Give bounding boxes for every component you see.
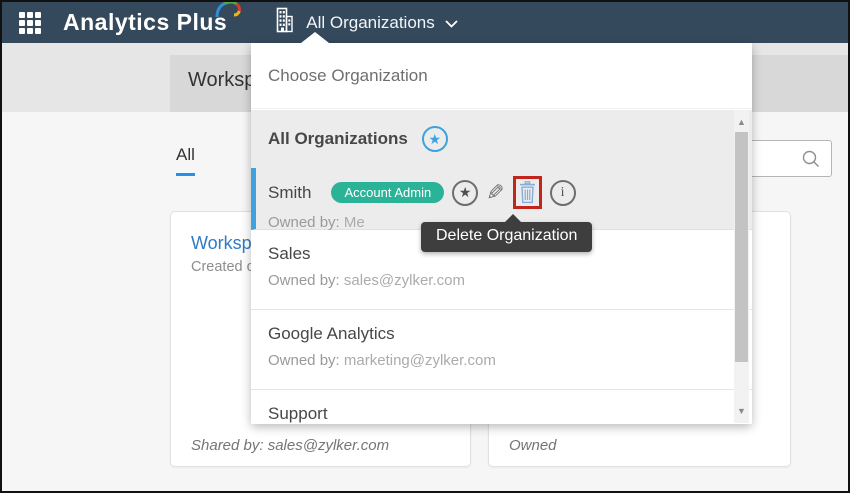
scroll-up-icon[interactable]: ▲ [734,114,749,130]
search-icon [801,149,821,169]
org-item-support[interactable]: Support [251,390,752,424]
org-name: All Organizations [268,129,408,149]
delete-organization-tooltip: Delete Organization [421,222,592,252]
org-selector-label: All Organizations [306,13,435,33]
scroll-down-icon[interactable]: ▼ [734,403,749,419]
top-navbar: Analytics Plus [2,2,848,43]
org-item-all-organizations[interactable]: All Organizations ★ [251,110,752,168]
app-launcher-icon[interactable] [19,12,41,34]
workspace-card-meta: Created o [191,259,255,275]
info-icon[interactable]: i [550,180,576,206]
org-name: Support [268,404,752,424]
owner-label: Owned by: [268,352,340,369]
owner-value: sales@zylker.com [344,272,465,289]
dropdown-caret [301,32,329,43]
org-item-google-analytics[interactable]: Google Analytics Owned by: marketing@zyl… [251,310,752,390]
tab-all[interactable]: All [176,145,195,176]
dropdown-title: Choose Organization [251,43,752,109]
trash-icon [519,181,536,204]
favorite-star-icon[interactable]: ★ [422,126,448,152]
tooltip-caret [505,214,521,222]
organization-list: All Organizations ★ Smith Account Admin … [251,110,752,424]
page-title: Worksp [188,69,255,92]
app-logo: Analytics Plus [63,9,227,36]
owner-value: marketing@zylker.com [344,352,496,369]
dropdown-scrollbar[interactable]: ▲ ▼ [734,110,749,423]
workspace-card-2-footer: Owned [509,437,557,454]
edit-pencil-icon[interactable]: ✎ [486,182,504,204]
app-title: Analytics Plus [63,9,227,35]
account-admin-badge: Account Admin [331,182,444,203]
set-favorite-icon[interactable]: ★ [452,180,478,206]
chevron-down-icon [445,15,458,33]
org-name: Smith [268,183,311,203]
delete-highlight-box[interactable] [513,176,542,209]
owner-value: Me [344,214,365,231]
app-window: Worksp All C Worksp Created o Shared by:… [0,0,850,493]
organization-building-icon [273,7,294,38]
org-name: Google Analytics [268,324,752,344]
logo-swoosh-icon [213,0,243,24]
owner-label: Owned by: [268,214,340,231]
tooltip-text: Delete Organization [436,227,577,244]
owner-label: Owned by: [268,272,340,289]
choose-organization-dropdown: Choose Organization All Organizations ★ … [251,43,752,424]
workspace-card-title[interactable]: Worksp [191,233,252,254]
workspace-card-footer: Shared by: sales@zylker.com [191,437,389,454]
org-item-smith[interactable]: Smith Account Admin ★ ✎ [251,168,752,230]
scrollbar-thumb[interactable] [735,132,748,362]
